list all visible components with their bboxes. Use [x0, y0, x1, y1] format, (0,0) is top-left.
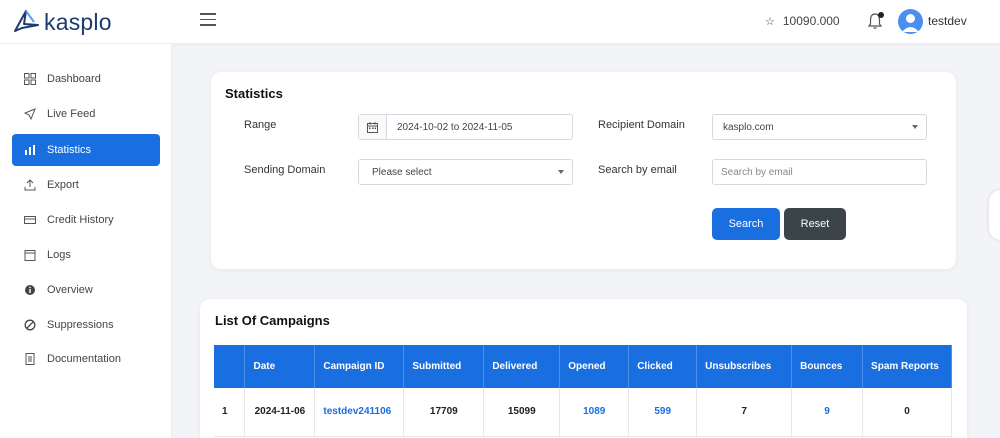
sidebar-item-label: Statistics — [47, 144, 92, 156]
username[interactable]: testdev — [928, 14, 967, 28]
menu-toggle-icon[interactable] — [200, 13, 216, 27]
brand-name: kasplo — [44, 8, 112, 35]
reset-button[interactable]: Reset — [784, 208, 846, 240]
bar-chart-icon — [23, 143, 37, 157]
sending-domain-select[interactable]: Please select — [358, 159, 573, 185]
chevron-down-icon — [558, 170, 564, 174]
credits-balance: ☆ 10090.000 — [765, 14, 840, 28]
row-submitted: 17709 — [403, 388, 485, 437]
sidebar-item-label: Credit History — [47, 214, 114, 226]
column-header[interactable]: Submitted — [403, 345, 485, 388]
statistics-title: Statistics — [225, 86, 283, 101]
campaigns-table: Date Campaign ID Submitted Delivered Ope… — [214, 345, 952, 437]
clicked-link[interactable]: 599 — [628, 388, 698, 437]
chevron-down-icon — [912, 125, 918, 129]
range-label: Range — [244, 119, 277, 131]
column-header[interactable]: Date — [244, 345, 316, 388]
sidebar-item-dashboard[interactable]: Dashboard — [12, 63, 160, 95]
row-date: 2024-11-06 — [244, 388, 316, 437]
row-unsubscribes: 7 — [696, 388, 793, 437]
calendar-icon — [359, 115, 387, 139]
recipient-domain-label: Recipient Domain — [598, 119, 685, 131]
column-header[interactable]: Bounces — [791, 345, 864, 388]
sidebar-item-credit-history[interactable]: Credit History — [12, 204, 160, 236]
recipient-domain-select[interactable]: kasplo.com — [712, 114, 927, 140]
send-icon — [23, 107, 37, 121]
sidebar-item-label: Overview — [47, 284, 93, 296]
sidebar-item-suppressions[interactable]: Suppressions — [12, 309, 160, 341]
row-index: 1 — [214, 388, 246, 437]
table-row: 1 2024-11-06 testdev241106 17709 15099 1… — [214, 388, 952, 437]
bell-icon[interactable] — [866, 12, 884, 30]
column-header[interactable]: Opened — [559, 345, 630, 388]
column-header[interactable]: Clicked — [628, 345, 698, 388]
column-header — [214, 345, 246, 388]
column-header[interactable]: Delivered — [483, 345, 561, 388]
opened-link[interactable]: 1089 — [559, 388, 630, 437]
top-bar: kasplo ☆ 10090.000 testdev — [0, 0, 1000, 44]
kasplo-logo-icon — [14, 10, 39, 32]
grid-icon — [23, 72, 37, 86]
sidebar-item-documentation[interactable]: Documentation — [12, 343, 160, 375]
credits-value: 10090.000 — [782, 14, 840, 28]
row-delivered: 15099 — [483, 388, 561, 437]
calendar-icon — [23, 248, 37, 262]
sidebar-item-label: Logs — [47, 249, 71, 261]
sidebar-item-logs[interactable]: Logs — [12, 239, 160, 271]
sending-domain-value: Please select — [372, 166, 432, 178]
sidebar-item-label: Live Feed — [47, 108, 96, 120]
date-range-value: 2024-10-02 to 2024-11-05 — [397, 121, 513, 133]
campaign-list-title: List Of Campaigns — [215, 313, 330, 328]
row-spam-reports: 0 — [862, 388, 952, 437]
search-email-input[interactable]: Search by email — [712, 159, 927, 185]
sidebar-item-live-feed[interactable]: Live Feed — [12, 98, 160, 130]
campaign-list-card: List Of Campaigns Date Campaign ID Submi… — [200, 299, 967, 438]
upload-icon — [23, 178, 37, 192]
sidebar-item-label: Export — [47, 179, 79, 191]
sidebar-item-label: Dashboard — [47, 73, 101, 85]
info-icon — [23, 283, 37, 297]
column-header[interactable]: Unsubscribes — [696, 345, 793, 388]
bounces-link[interactable]: 9 — [791, 388, 864, 437]
notification-dot — [878, 12, 884, 18]
star-icon: ☆ — [765, 15, 775, 28]
search-email-placeholder: Search by email — [721, 166, 793, 178]
sidebar: Dashboard Live Feed Statistics Export Cr… — [0, 44, 172, 438]
search-button[interactable]: Search — [712, 208, 780, 240]
sending-domain-label: Sending Domain — [244, 164, 326, 176]
campaign-id-link[interactable]: testdev241106 — [314, 388, 405, 437]
avatar[interactable] — [898, 9, 923, 34]
column-header[interactable]: Campaign ID — [314, 345, 405, 388]
ban-icon — [23, 318, 37, 332]
sidebar-item-export[interactable]: Export — [12, 169, 160, 201]
date-range-input[interactable]: 2024-10-02 to 2024-11-05 — [358, 114, 573, 140]
column-header[interactable]: Spam Reports — [862, 345, 952, 388]
sidebar-item-overview[interactable]: Overview — [12, 274, 160, 306]
brand-logo[interactable]: kasplo — [12, 6, 112, 38]
recipient-domain-value: kasplo.com — [723, 121, 774, 133]
sidebar-item-label: Documentation — [47, 353, 121, 365]
sidebar-item-label: Suppressions — [47, 319, 114, 331]
card-icon — [23, 213, 37, 227]
sidebar-item-statistics[interactable]: Statistics — [12, 134, 160, 166]
table-header-row: Date Campaign ID Submitted Delivered Ope… — [214, 345, 952, 388]
document-icon — [23, 352, 37, 366]
floating-scroll-handle[interactable] — [989, 190, 1000, 240]
search-email-label: Search by email — [598, 164, 677, 176]
